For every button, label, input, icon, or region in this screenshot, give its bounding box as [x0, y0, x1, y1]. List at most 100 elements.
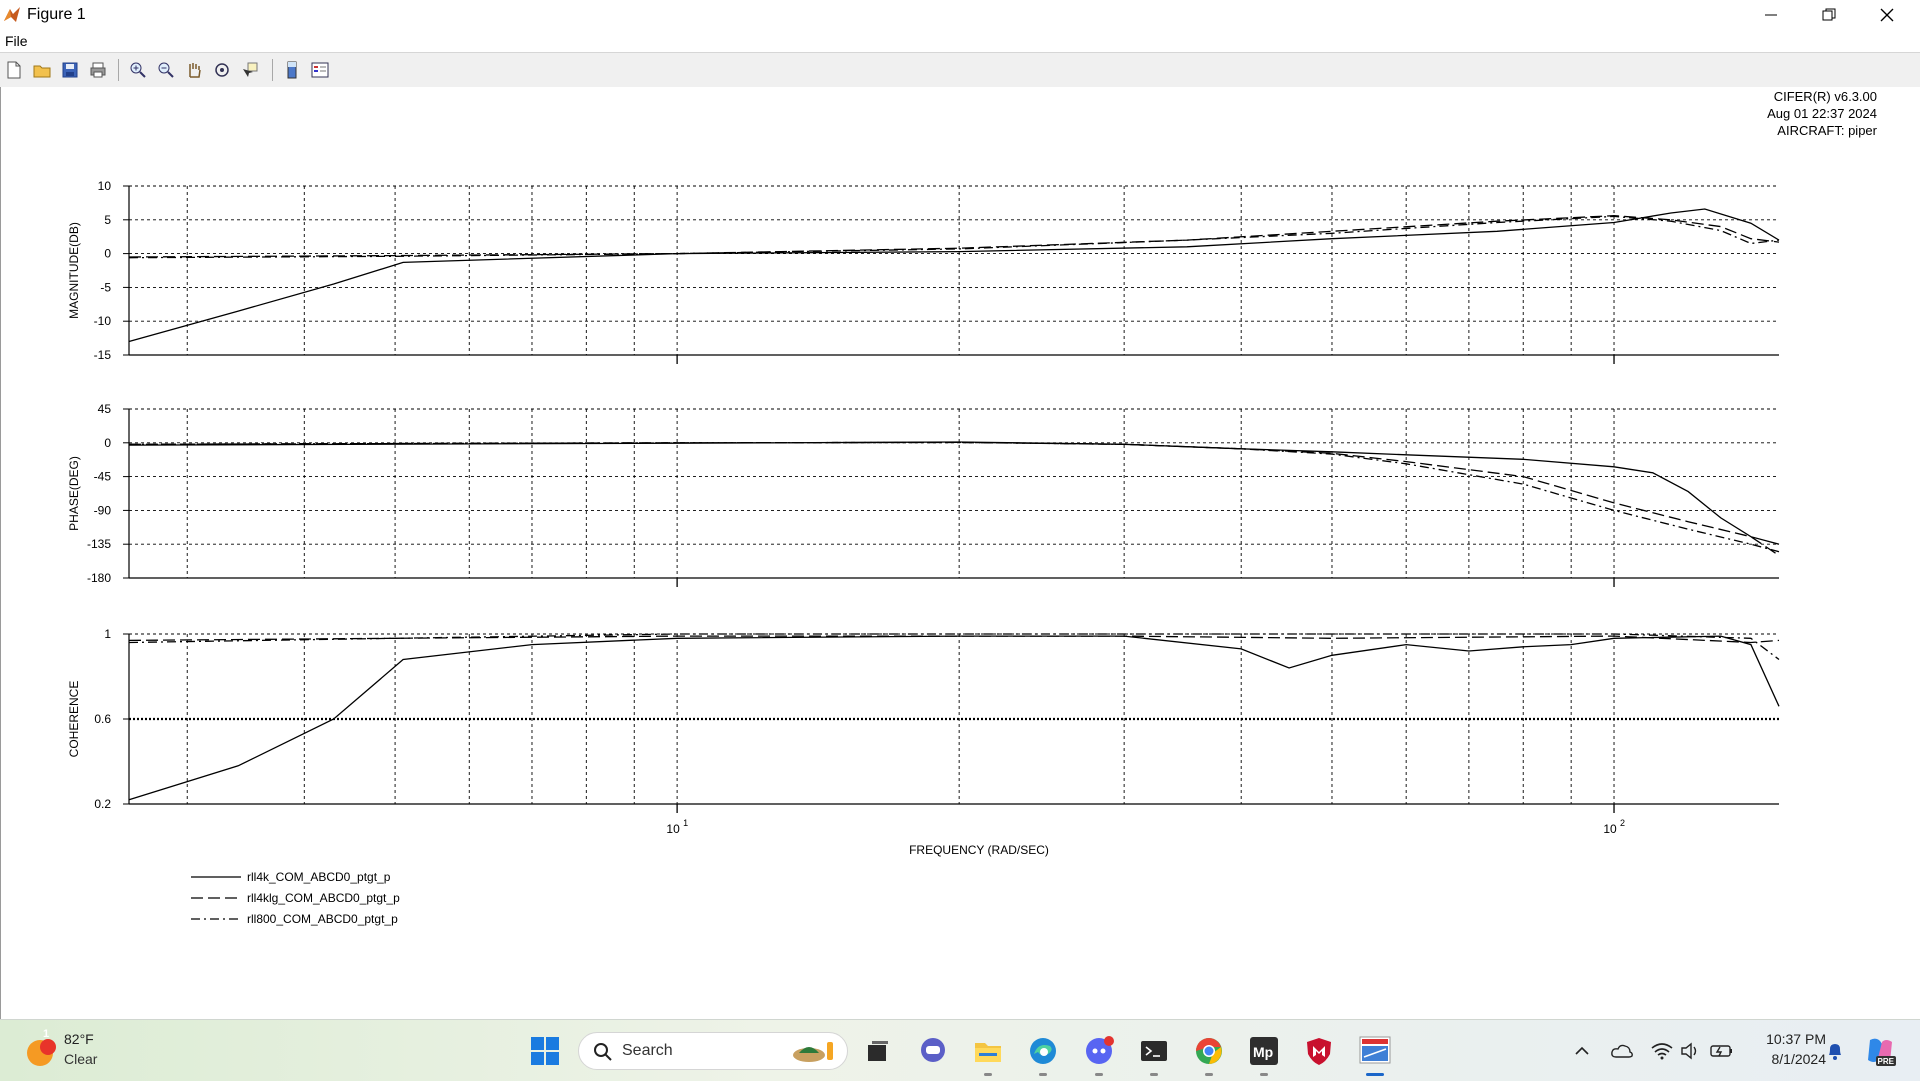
chrome-icon: [1196, 1038, 1222, 1064]
y-tick-label: 0: [104, 247, 111, 261]
y-tick-label: 0.6: [94, 712, 111, 726]
zoom-out-button[interactable]: [154, 58, 178, 82]
chat-icon: [921, 1038, 945, 1062]
open-file-button[interactable]: [30, 58, 54, 82]
title-bar: Figure 1: [0, 0, 1920, 30]
x-tick-label: 10: [666, 822, 680, 836]
start-button[interactable]: [526, 1032, 564, 1070]
task-view-button[interactable]: [859, 1032, 897, 1070]
y-tick-label: -15: [94, 348, 112, 362]
weather-badge: 1: [43, 1028, 50, 1040]
zoom-in-icon: [130, 62, 146, 78]
onedrive-button[interactable]: [1604, 1032, 1640, 1070]
insert-legend-button[interactable]: [308, 58, 332, 82]
teams-chat-button[interactable]: [914, 1032, 952, 1070]
legend-label: rll800_COM_ABCD0_ptgt_p: [247, 912, 398, 926]
pan-icon: [189, 63, 201, 78]
chrome-button[interactable]: [1190, 1032, 1228, 1076]
y-tick-label: 45: [98, 402, 112, 416]
save-icon: [62, 62, 78, 78]
legend-label: rll4k_COM_ABCD0_ptgt_p: [247, 870, 391, 884]
y-tick-label: 1: [104, 627, 111, 641]
x-axis-label: FREQUENCY (RAD/SEC): [909, 843, 1049, 857]
mp-app-icon: Mp: [1250, 1037, 1278, 1065]
taskbar-search[interactable]: Search: [578, 1032, 848, 1070]
discord-button[interactable]: [1080, 1032, 1118, 1076]
window-title: Figure 1: [27, 6, 86, 23]
y-tick-label: -180: [87, 571, 111, 585]
y-axis-label: PHASE(DEG): [67, 456, 81, 531]
series-line-1: [128, 635, 1780, 644]
wifi-icon: [1651, 1043, 1673, 1060]
close-icon: [1880, 8, 1894, 22]
restore-button[interactable]: [1800, 0, 1858, 30]
y-tick-label: -135: [87, 537, 111, 551]
weather-temp: 82°F: [64, 1031, 94, 1047]
matlab-icon: [4, 7, 20, 22]
y-tick-label: 0: [104, 436, 111, 450]
y-axis-label: COHERENCE: [67, 681, 81, 758]
minimize-button[interactable]: [1742, 0, 1800, 30]
battery-button[interactable]: [1704, 1032, 1740, 1070]
insert-colorbar-button[interactable]: [280, 58, 304, 82]
zoom-in-button[interactable]: [126, 58, 150, 82]
print-icon: [90, 62, 106, 78]
terminal-button[interactable]: [1135, 1032, 1173, 1076]
series-line-2: [128, 441, 1780, 553]
weather-sun-icon: [27, 1039, 56, 1066]
save-button[interactable]: [58, 58, 82, 82]
edge-icon: [1030, 1038, 1056, 1064]
search-icon: [594, 1043, 612, 1061]
print-button[interactable]: [86, 58, 110, 82]
folder-icon: [975, 1043, 1001, 1062]
new-figure-icon: [7, 61, 21, 79]
cifer-button[interactable]: [1356, 1032, 1394, 1076]
panel-1: 45 0 -45 -90 -135 -180 PHASE(DEG): [67, 402, 1780, 587]
mcafee-shield-icon: [1307, 1038, 1331, 1065]
new-figure-button[interactable]: [2, 58, 26, 82]
edge-button[interactable]: [1024, 1032, 1062, 1076]
legend-label: rll4klg_COM_ABCD0_ptgt_p: [247, 891, 400, 905]
series-line-0: [128, 441, 1780, 545]
task-view-icon: [868, 1041, 888, 1061]
search-label: Search: [622, 1042, 673, 1059]
series-line-1: [128, 215, 1780, 258]
svg-text:PRE: PRE: [1878, 1057, 1895, 1066]
discord-icon: [1086, 1036, 1114, 1064]
rotate-3d-button[interactable]: [210, 58, 234, 82]
data-cursor-icon: [243, 62, 258, 77]
speaker-icon: [1681, 1042, 1697, 1060]
copilot-icon: PRE: [1868, 1038, 1896, 1066]
cloud-sync-icon: [1611, 1044, 1633, 1058]
close-button[interactable]: [1858, 0, 1916, 30]
panel-0: 10 5 0 -5 -10 -15 MAGNITUDE(DB): [67, 179, 1780, 364]
y-tick-label: 10: [98, 179, 112, 193]
notifications-button[interactable]: [1817, 1032, 1853, 1070]
figure-area: CIFER(R) v6.3.00 Aug 01 22:37 2024 AIRCR…: [0, 87, 1920, 1019]
mp-app-button[interactable]: Mp: [1245, 1032, 1283, 1076]
mcafee-button[interactable]: [1300, 1032, 1338, 1070]
toolbar: [0, 52, 1920, 88]
y-tick-label: -5: [100, 280, 111, 294]
terminal-icon: [1141, 1041, 1167, 1061]
open-file-icon: [33, 65, 51, 78]
bell-icon: [1829, 1044, 1841, 1060]
insert-legend-icon: [311, 62, 329, 78]
menu-bar: File: [0, 30, 1920, 52]
data-cursor-button[interactable]: [238, 58, 262, 82]
y-axis-label: MAGNITUDE(DB): [67, 222, 81, 319]
svg-text:Mp: Mp: [1253, 1044, 1273, 1060]
bode-plot: 10 5 0 -5 -10 -15 MAGNITUDE(DB) 45 0 -45 -90 -135 -1…: [67, 179, 1780, 926]
copilot-button[interactable]: PRE: [1860, 1032, 1900, 1070]
insert-colorbar-icon: [287, 61, 297, 79]
y-tick-label: -10: [94, 314, 112, 328]
weather-widget[interactable]: 1 82°F Clear: [0, 1020, 160, 1081]
pan-button[interactable]: [182, 58, 206, 82]
show-hidden-icons-button[interactable]: [1564, 1032, 1600, 1070]
menu-file[interactable]: File: [5, 33, 28, 49]
x-tick-label: 10: [1603, 822, 1617, 836]
battery-charging-icon: [1710, 1045, 1732, 1057]
file-explorer-button[interactable]: [969, 1032, 1007, 1076]
windows-start-icon: [531, 1037, 559, 1065]
y-tick-label: 5: [104, 213, 111, 227]
